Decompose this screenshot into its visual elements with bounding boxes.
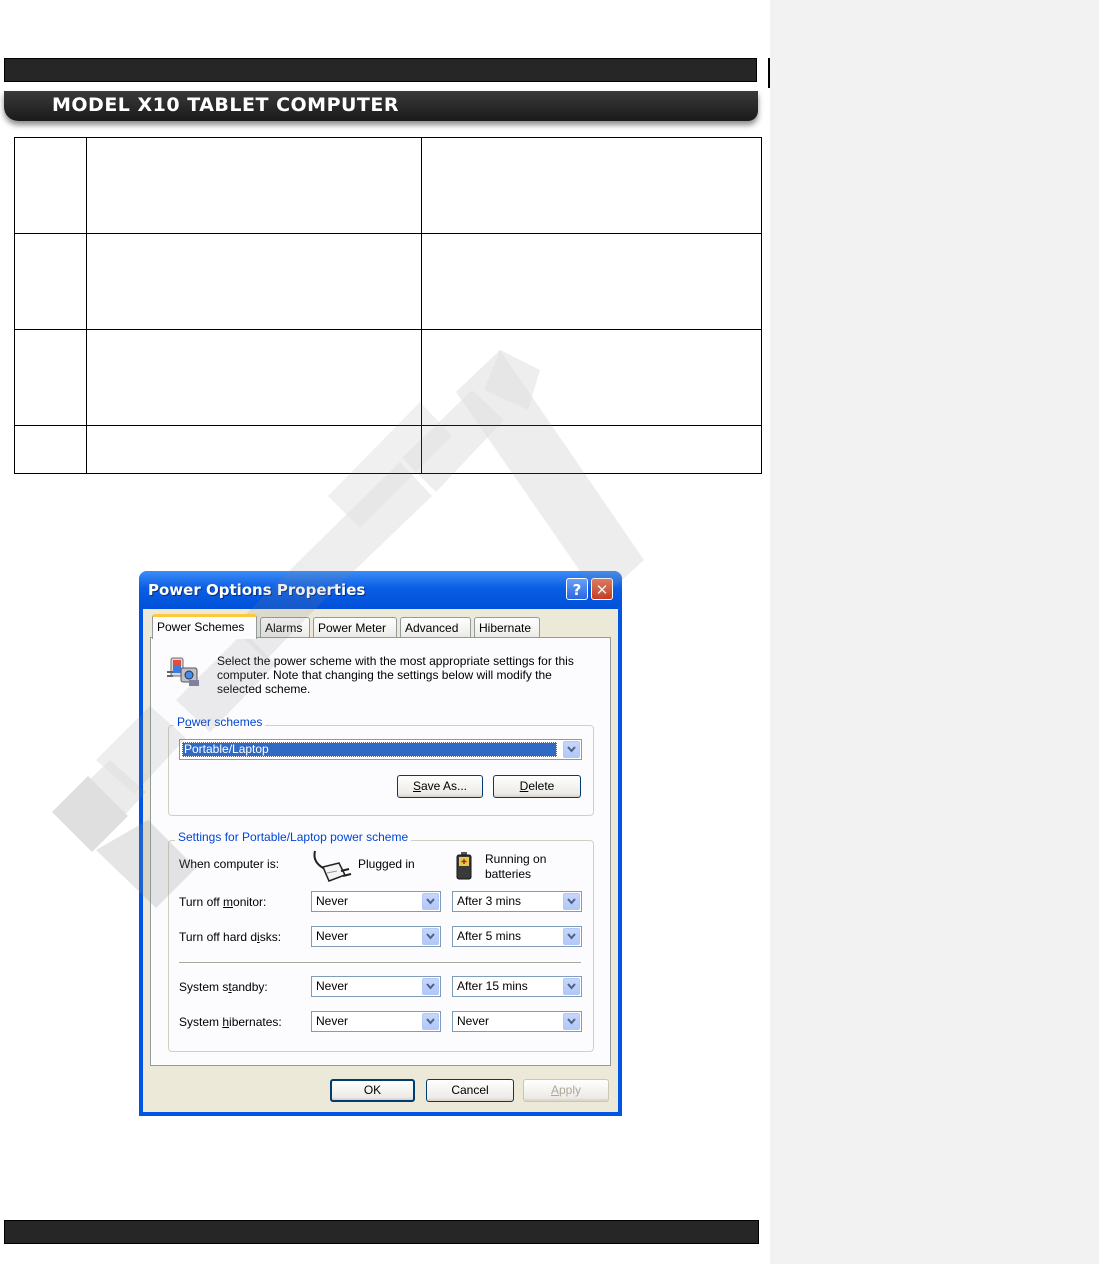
table-cell [86,425,422,474]
chevron-down-icon[interactable] [563,1013,580,1030]
table-cell [14,425,87,474]
selected-scheme-value: Portable/Laptop [184,742,269,756]
dialog-title: Power Options Properties [148,581,366,599]
table-cell [14,233,87,330]
disks-plugged-select[interactable]: Never [311,926,441,947]
dialog-title-bar[interactable]: Power Options Properties ? ✕ [139,571,622,609]
page-header-bar [4,58,757,82]
table-cell [14,137,87,234]
standby-battery-select[interactable]: After 15 mins [452,976,582,997]
table-cell [421,425,762,474]
tab-power-meter[interactable]: Power Meter [313,617,397,637]
power-schemes-legend: Power schemes [174,715,266,729]
table-cell [86,233,422,330]
save-as-button[interactable]: Save As... [397,775,483,798]
tab-power-schemes[interactable]: Power Schemes [152,614,257,639]
dialog-body: Power Schemes Alarms Power Meter Advance… [143,609,618,1112]
monitor-plugged-select[interactable]: Never [311,891,441,912]
power-scheme-icon [167,657,199,686]
table-cell [86,137,422,234]
tab-hibernate[interactable]: Hibernate [474,617,540,637]
page-footer-bar [4,1220,759,1244]
comment-margin-pane [770,0,1099,1264]
apply-button[interactable]: Apply [523,1079,609,1102]
settings-divider [179,962,581,964]
help-icon[interactable]: ? [566,578,588,600]
standby-plugged-select[interactable]: Never [311,976,441,997]
turn-off-monitor-label: Turn off monitor: [179,895,267,909]
running-on-batteries-label: Running on batteries [485,852,547,881]
when-computer-label: When computer is: [179,857,280,871]
tab-alarms[interactable]: Alarms [260,617,310,637]
tab-advanced[interactable]: Advanced [400,617,471,637]
table-cell [421,233,762,330]
chevron-down-icon[interactable] [563,741,580,758]
delete-button[interactable]: Delete [493,775,581,798]
system-hibernates-label: System hibernates: [179,1015,282,1029]
table-cell [86,329,422,426]
ok-button[interactable]: OK [330,1079,415,1102]
battery-icon [456,852,472,880]
hibernate-plugged-select[interactable]: Never [311,1011,441,1032]
chevron-down-icon[interactable] [563,928,580,945]
close-icon[interactable]: ✕ [591,578,613,600]
document-title-banner: MODEL X10 TABLET COMPUTER [4,91,758,121]
chevron-down-icon[interactable] [422,893,439,910]
turn-off-hard-disks-label: Turn off hard disks: [179,930,282,944]
hibernate-battery-select[interactable]: Never [452,1011,582,1032]
system-standby-label: System standby: [179,980,268,994]
power-scheme-select[interactable]: Portable/Laptop [179,739,582,760]
power-options-dialog: Power Options Properties ? ✕ Power Schem… [139,571,622,1116]
document-title: MODEL X10 TABLET COMPUTER [52,94,399,116]
cancel-button[interactable]: Cancel [426,1079,514,1102]
disks-battery-select[interactable]: After 5 mins [452,926,582,947]
plug-icon [313,850,352,882]
margin-marker [768,58,770,88]
content-table [14,137,762,474]
scheme-description: Select the power scheme with the most ap… [217,654,574,696]
chevron-down-icon[interactable] [422,928,439,945]
plugged-in-label: Plugged in [358,857,415,871]
chevron-down-icon[interactable] [422,978,439,995]
monitor-battery-select[interactable]: After 3 mins [452,891,582,912]
chevron-down-icon[interactable] [422,1013,439,1030]
table-cell [421,329,762,426]
table-cell [14,329,87,426]
chevron-down-icon[interactable] [563,893,580,910]
table-cell [421,137,762,234]
settings-legend: Settings for Portable/Laptop power schem… [175,830,412,844]
chevron-down-icon[interactable] [563,978,580,995]
